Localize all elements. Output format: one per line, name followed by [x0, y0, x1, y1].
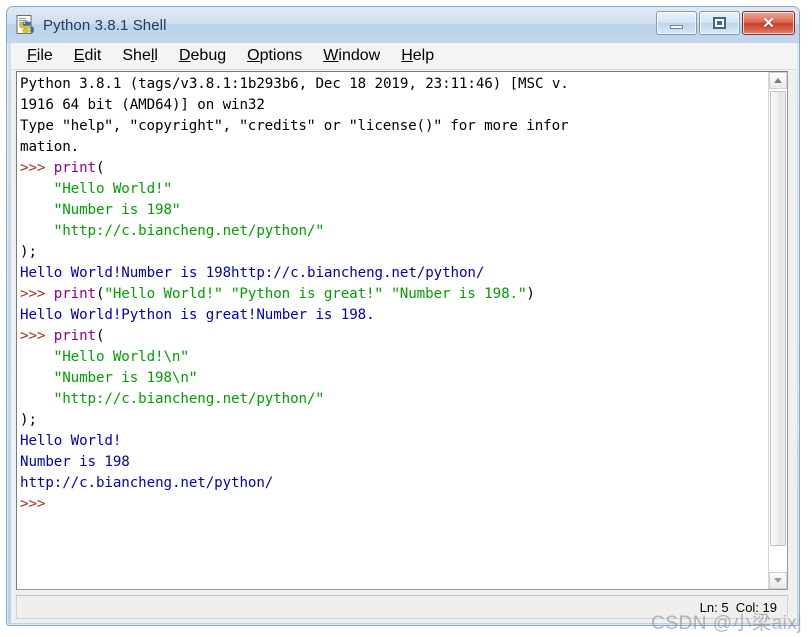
window-client-area: File Edit Shell Debug Options Window Help Pyth…: [11, 43, 797, 623]
console-segment-str: ʺHello World!ʺ: [53, 181, 172, 197]
shell-output-text[interactable]: Python 3.8.1 (tags/v3.8.1:1b293b6, Dec 1…: [17, 72, 768, 589]
scrollbar-thumb[interactable]: [770, 91, 786, 546]
console-line: Number is 198: [20, 452, 768, 473]
console-segment-pmt: >>>: [20, 496, 46, 512]
console-line: ʺHello World!\nʺ: [20, 347, 768, 368]
console-segment-pmt: >>>: [20, 160, 54, 176]
console-segment-kw: print: [53, 286, 96, 302]
vertical-scrollbar[interactable]: [768, 72, 787, 589]
console-line: >>>: [20, 494, 768, 515]
scroll-up-button[interactable]: [769, 72, 787, 89]
minimize-icon: [670, 24, 683, 29]
console-line: Hello World!Number is 198http://c.bianch…: [20, 263, 768, 284]
console-line: ʺhttp://c.biancheng.net/python/ʺ: [20, 389, 768, 410]
console-line: >>> print(: [20, 158, 768, 179]
window-caption-buttons: ✕: [656, 11, 795, 35]
menu-help[interactable]: Help: [399, 46, 436, 66]
console-segment-out: Number is 198: [20, 454, 130, 470]
scroll-down-arrow-icon: [774, 578, 782, 583]
maximize-icon: [713, 17, 726, 29]
console-line: Hello World!: [20, 431, 768, 452]
window-titlebar[interactable]: Python 3.8.1 Shell ✕: [7, 7, 799, 43]
console-segment-out: http://c.biancheng.net/python/: [20, 475, 274, 491]
shell-text-frame: Python 3.8.1 (tags/v3.8.1:1b293b6, Dec 1…: [16, 71, 788, 590]
menu-shell[interactable]: Shell: [120, 46, 160, 66]
console-segment-str: ʺHello World!\nʺ: [53, 349, 189, 365]
console-segment-kw: print: [53, 160, 96, 176]
console-segment-str: ʺHello World!ʺ ʺPython is great!ʺ ʺNumbe…: [104, 286, 527, 302]
console-line: >>> print(: [20, 326, 768, 347]
console-segment-str: ʺhttp://c.biancheng.net/python/ʺ: [53, 391, 324, 407]
menu-options[interactable]: Options: [245, 46, 304, 66]
console-segment-out: Hello World!Number is 198http://c.bianch…: [20, 265, 485, 281]
console-segment-plain: Python 3.8.1 (tags/v3.8.1:1b293b6, Dec 1…: [20, 76, 569, 92]
console-line: http://c.biancheng.net/python/: [20, 473, 768, 494]
console-segment-plain: [20, 391, 54, 407]
console-segment-plain: 1916 64 bit (AMD64)] on win32: [20, 97, 265, 113]
console-segment-plain: [20, 370, 54, 386]
console-segment-str: ʺhttp://c.biancheng.net/python/ʺ: [53, 223, 324, 239]
window-title: Python 3.8.1 Shell: [43, 16, 167, 34]
python-idle-icon: [15, 14, 37, 36]
console-segment-plain: [20, 349, 54, 365]
console-line: ʺhttp://c.biancheng.net/python/ʺ: [20, 221, 768, 242]
console-line: ʺNumber is 198\nʺ: [20, 368, 768, 389]
console-line: );: [20, 242, 768, 263]
console-line: Hello World!Python is great!Number is 19…: [20, 305, 768, 326]
scrollbar-track[interactable]: [769, 89, 787, 572]
console-segment-plain: [20, 181, 54, 197]
status-bar: Ln: 5 Col: 19: [16, 595, 788, 619]
scroll-down-button[interactable]: [769, 572, 787, 589]
console-segment-pmt: >>>: [20, 328, 54, 344]
menu-debug[interactable]: Debug: [177, 46, 228, 66]
maximize-button[interactable]: [699, 11, 740, 35]
console-segment-plain: );: [20, 412, 37, 428]
console-line: );: [20, 410, 768, 431]
console-segment-plain: Type ʺhelpʺ, ʺcopyrightʺ, ʺcreditsʺ or ʺ…: [20, 118, 569, 134]
minimize-button[interactable]: [656, 11, 697, 35]
scroll-up-arrow-icon: [774, 78, 782, 83]
console-segment-plain: [20, 202, 54, 218]
console-segment-plain: );: [20, 244, 37, 260]
console-segment-plain: (: [96, 328, 105, 344]
console-segment-plain: (: [96, 160, 105, 176]
console-segment-plain: [20, 223, 54, 239]
console-segment-out: Hello World!Python is great!Number is 19…: [20, 307, 375, 323]
console-segment-plain: mation.: [20, 139, 80, 155]
console-segment-str: ʺNumber is 198\nʺ: [53, 370, 198, 386]
console-line: 1916 64 bit (AMD64)] on win32: [20, 95, 768, 116]
menubar: File Edit Shell Debug Options Window Help: [11, 43, 797, 70]
console-segment-out: Hello World!: [20, 433, 122, 449]
close-button[interactable]: ✕: [742, 11, 795, 35]
menu-edit[interactable]: Edit: [72, 46, 104, 66]
console-line: mation.: [20, 137, 768, 158]
console-line: Type ʺhelpʺ, ʺcopyrightʺ, ʺcreditsʺ or ʺ…: [20, 116, 768, 137]
console-line: ʺHello World!ʺ: [20, 179, 768, 200]
console-segment-str: ʺNumber is 198ʺ: [53, 202, 181, 218]
menu-file[interactable]: File: [25, 46, 55, 66]
close-icon: ✕: [762, 14, 775, 32]
console-segment-kw: print: [53, 328, 96, 344]
console-line: ʺNumber is 198ʺ: [20, 200, 768, 221]
cursor-position-status: Ln: 5 Col: 19: [699, 599, 777, 615]
console-line: Python 3.8.1 (tags/v3.8.1:1b293b6, Dec 1…: [20, 74, 768, 95]
console-segment-plain: ): [526, 286, 535, 302]
console-line: >>> print(ʺHello World!ʺ ʺPython is grea…: [20, 284, 768, 305]
python-shell-window: Python 3.8.1 Shell ✕ File Edit Shell Debug O…: [6, 6, 800, 626]
menu-window[interactable]: Window: [321, 46, 382, 66]
desktop-background: Python 3.8.1 Shell ✕ File Edit Shell Debug O…: [0, 0, 812, 637]
console-segment-pmt: >>>: [20, 286, 54, 302]
